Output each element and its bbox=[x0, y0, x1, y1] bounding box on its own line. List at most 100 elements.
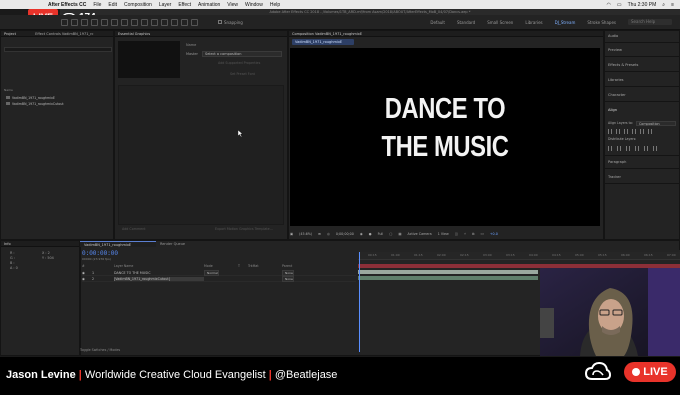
project-item[interactable]: VadimBN_1971_roughmixE bbox=[6, 95, 106, 100]
panel-audio[interactable]: Audio bbox=[608, 34, 618, 38]
tab-render-queue[interactable]: Render Queue bbox=[160, 241, 185, 247]
col-layer-name[interactable]: Layer Name bbox=[114, 264, 204, 269]
menu-layer[interactable]: Layer bbox=[159, 2, 172, 8]
workspace-stroke-shapes[interactable]: Stroke Shapes bbox=[587, 20, 616, 25]
zoom-tool-icon[interactable] bbox=[81, 18, 88, 26]
menu-window[interactable]: Window bbox=[245, 2, 263, 8]
timeline-ruler[interactable]: 00:15 01:00 01:15 02:00 02:15 03:00 03:1… bbox=[358, 252, 680, 260]
clock[interactable]: Thu 2:30 PM bbox=[628, 2, 657, 8]
view-layout-select[interactable]: 1 View bbox=[438, 232, 449, 236]
tab-project[interactable]: Project bbox=[4, 32, 16, 36]
mask-visibility-icon[interactable]: ◎ bbox=[327, 232, 330, 236]
menu-help[interactable]: Help bbox=[270, 2, 280, 8]
layer-mode-select[interactable]: Normal bbox=[204, 269, 219, 276]
tab-essential-graphics[interactable]: Essential Graphics bbox=[118, 32, 150, 36]
tab-timeline[interactable]: VadimBN_1971_roughmixE bbox=[80, 241, 156, 247]
menu-edit[interactable]: Edit bbox=[108, 2, 117, 8]
eg-add-comment-button[interactable]: Add Comment bbox=[122, 227, 146, 231]
type-tool-icon[interactable] bbox=[141, 18, 148, 26]
align-to-select[interactable]: Composition bbox=[636, 121, 676, 126]
workspace-small-screen[interactable]: Small Screen bbox=[487, 20, 513, 25]
grid-icon[interactable]: ⊞ bbox=[318, 232, 321, 236]
snapshot-icon[interactable]: ◉ bbox=[360, 232, 363, 236]
project-column-name[interactable]: Name bbox=[4, 88, 112, 92]
search-help-input[interactable]: Search Help bbox=[628, 19, 672, 25]
workspace-standard[interactable]: Standard bbox=[457, 20, 475, 25]
exposure-value[interactable]: +0.0 bbox=[490, 232, 498, 236]
align-hcenter-icon[interactable] bbox=[616, 129, 620, 134]
col-trkmat[interactable]: TrkMat bbox=[248, 264, 282, 269]
resolution-select[interactable]: Full bbox=[378, 232, 384, 236]
current-time[interactable]: 0;00;00;00 bbox=[336, 232, 354, 236]
eg-export-button[interactable]: Export Motion Graphics Template... bbox=[215, 227, 273, 231]
visibility-eye-icon[interactable]: ◉ bbox=[82, 277, 92, 281]
align-right-icon[interactable] bbox=[624, 129, 628, 134]
distribute-top-icon[interactable] bbox=[608, 146, 612, 151]
panel-preview[interactable]: Preview bbox=[608, 48, 622, 52]
pen-tool-icon[interactable] bbox=[131, 18, 138, 26]
col-parent[interactable]: Parent bbox=[282, 264, 322, 269]
layer-name[interactable]: [VadimBN_1971_roughmixCutout] bbox=[114, 276, 204, 281]
distribute-vcenter-icon[interactable] bbox=[617, 146, 621, 151]
align-top-icon[interactable] bbox=[632, 129, 636, 134]
flowchart-icon[interactable]: ⊶ bbox=[481, 232, 484, 236]
battery-icon[interactable]: ▭ bbox=[617, 2, 622, 8]
rotate-tool-icon[interactable] bbox=[91, 18, 98, 26]
panel-libraries[interactable]: Libraries bbox=[608, 78, 624, 82]
layer-parent-select[interactable]: None bbox=[282, 269, 294, 276]
transparency-grid-icon[interactable]: ▦ bbox=[398, 232, 401, 236]
visibility-eye-icon[interactable]: ◉ bbox=[82, 271, 92, 275]
always-preview-icon[interactable]: ▣ bbox=[290, 232, 293, 236]
layer-name[interactable]: DANCE TO THE MUSIC bbox=[114, 271, 204, 275]
project-item[interactable]: VadimBN_1971_roughmixCutout bbox=[6, 101, 106, 106]
search-icon[interactable]: ⌕ bbox=[662, 2, 665, 8]
workspace-libraries[interactable]: Libraries bbox=[525, 20, 542, 25]
region-icon[interactable]: ▢ bbox=[389, 232, 392, 236]
camera-select[interactable]: Active Camera bbox=[408, 232, 432, 236]
align-left-icon[interactable] bbox=[608, 129, 612, 134]
menu-composition[interactable]: Composition bbox=[124, 2, 152, 8]
panel-tracker[interactable]: Tracker bbox=[608, 175, 621, 179]
col-t[interactable]: T bbox=[238, 264, 248, 269]
tab-effect-controls[interactable]: Effect Controls VadimBN_1971_rc bbox=[35, 32, 93, 36]
snapping-checkbox[interactable] bbox=[218, 20, 222, 24]
panel-character[interactable]: Character bbox=[608, 93, 626, 97]
menu-effect[interactable]: Effect bbox=[178, 2, 191, 8]
col-number[interactable]: # bbox=[82, 264, 114, 269]
tab-info[interactable]: Info bbox=[4, 242, 11, 246]
workspace-default[interactable]: Default bbox=[430, 20, 445, 25]
snapping-toggle[interactable]: Snapping bbox=[218, 20, 243, 25]
layer-bar-2[interactable] bbox=[358, 276, 538, 280]
distribute-hcenter-icon[interactable] bbox=[644, 146, 648, 151]
menu-file[interactable]: File bbox=[93, 2, 101, 8]
channel-icon[interactable]: ● bbox=[369, 232, 372, 236]
eg-add-properties-button[interactable]: Add Supported Properties bbox=[218, 61, 260, 65]
puppet-tool-icon[interactable] bbox=[191, 18, 198, 26]
zoom-select[interactable]: (45.6%) bbox=[299, 232, 312, 236]
panel-paragraph[interactable]: Paragraph bbox=[608, 160, 626, 164]
roto-tool-icon[interactable] bbox=[181, 18, 188, 26]
tab-composition[interactable]: Composition VadimBN_1971_roughmixE bbox=[292, 32, 362, 36]
menu-view[interactable]: View bbox=[227, 2, 238, 8]
col-mode[interactable]: Mode bbox=[204, 264, 238, 269]
align-vcenter-icon[interactable] bbox=[640, 129, 644, 134]
camera-tool-icon[interactable] bbox=[101, 18, 108, 26]
stamp-tool-icon[interactable] bbox=[161, 18, 168, 26]
distribute-right-icon[interactable] bbox=[653, 146, 657, 151]
app-menu[interactable]: After Effects CC bbox=[48, 2, 86, 8]
wifi-icon[interactable]: ◠ bbox=[607, 2, 611, 8]
timeline-current-time[interactable]: 0:00:00:00 bbox=[82, 250, 118, 257]
align-bottom-icon[interactable] bbox=[648, 129, 652, 134]
hand-tool-icon[interactable] bbox=[71, 18, 78, 26]
brush-tool-icon[interactable] bbox=[151, 18, 158, 26]
home-tool-icon[interactable] bbox=[61, 18, 68, 26]
distribute-left-icon[interactable] bbox=[635, 146, 639, 151]
layer-parent-select[interactable]: None bbox=[282, 275, 294, 282]
panel-effects-presets[interactable]: Effects & Presets bbox=[608, 63, 638, 67]
eg-font-button[interactable]: Set Preset Font bbox=[230, 72, 255, 76]
project-search-input[interactable] bbox=[4, 47, 112, 52]
timeline-layer-row[interactable]: ◉ 2 [VadimBN_1971_roughmixCutout] None bbox=[82, 275, 356, 282]
layer-bar-1[interactable] bbox=[358, 270, 538, 274]
timeline-link-icon[interactable]: ⧉ bbox=[472, 232, 474, 236]
timeline-toggle-switches[interactable]: Toggle Switches / Modes bbox=[80, 348, 358, 356]
